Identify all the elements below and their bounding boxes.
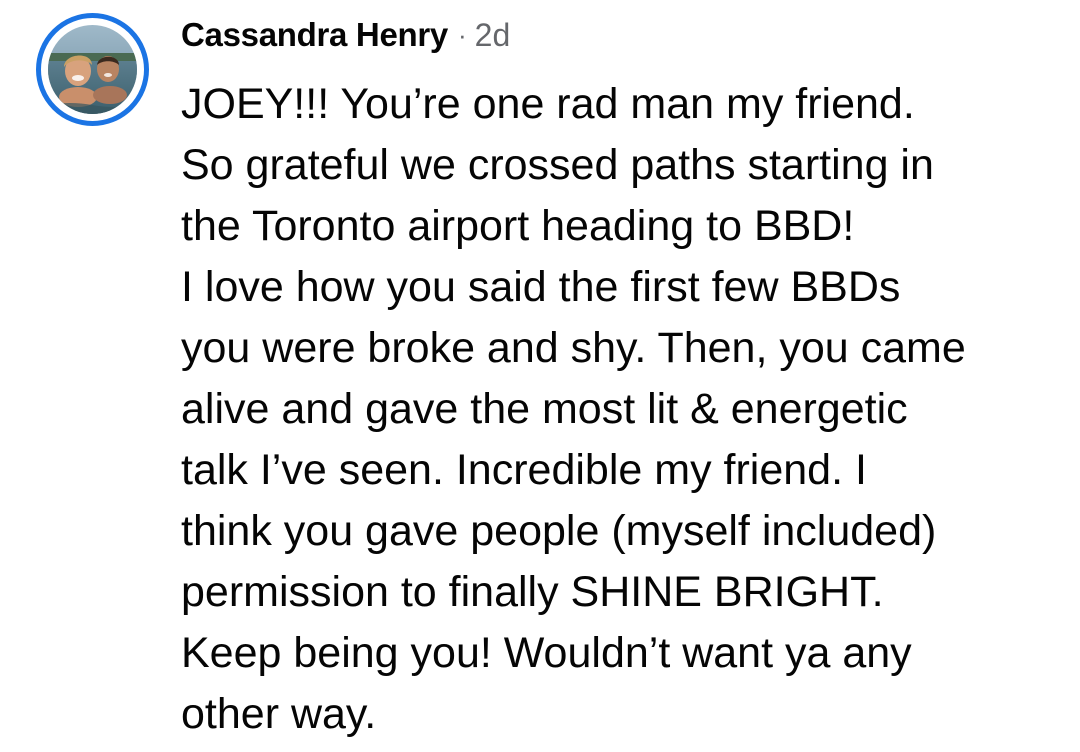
comment: Cassandra Henry · 2d JOEY!!! You’re one … <box>0 0 1080 752</box>
comment-line: I love how you said the first few BBDs <box>181 263 901 311</box>
comment-line: alive and gave the most lit & energetic <box>181 385 908 433</box>
author-name[interactable]: Cassandra Henry <box>181 16 448 54</box>
comment-line: Keep being you! Wouldn’t want ya any <box>181 629 912 677</box>
profile-photo-icon <box>48 25 137 114</box>
comment-line: talk I’ve seen. Incredible my friend. I <box>181 446 867 494</box>
comment-header: Cassandra Henry · 2d <box>181 12 510 58</box>
comment-line: So grateful we crossed paths starting in <box>181 141 934 189</box>
comment-body: JOEY!!! You’re one rad man my friend. So… <box>181 74 1061 745</box>
separator-dot: · <box>457 19 467 50</box>
comment-line: JOEY!!! You’re one rad man my friend. <box>181 80 915 128</box>
comment-line: other way. <box>181 690 377 738</box>
comment-line: permission to finally SHINE BRIGHT. <box>181 568 884 616</box>
comment-line: think you gave people (myself included) <box>181 507 937 555</box>
comment-line: you were broke and shy. Then, you came <box>181 324 966 372</box>
avatar[interactable] <box>36 13 149 126</box>
timestamp[interactable]: 2d <box>475 17 511 54</box>
comment-line: the Toronto airport heading to BBD! <box>181 202 855 250</box>
